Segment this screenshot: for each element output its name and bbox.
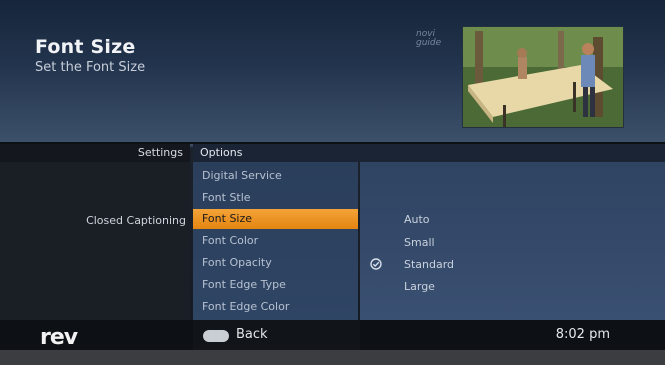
- page-subtitle: Set the Font Size: [35, 60, 146, 75]
- settings-column: [0, 144, 190, 320]
- value-auto[interactable]: Auto: [404, 213, 430, 226]
- option-font-size[interactable]: Font Size: [193, 209, 358, 229]
- guide-logo-line2: guide: [416, 38, 442, 48]
- guide-logo: novi guide: [416, 30, 441, 48]
- back-label[interactable]: Back: [236, 327, 268, 342]
- option-font-edge-color[interactable]: Font Edge Color: [193, 297, 358, 317]
- option-font-opacity[interactable]: Font Opacity: [193, 253, 358, 273]
- options-column-label: Options: [200, 146, 243, 159]
- page-title: Font Size: [35, 36, 136, 58]
- video-preview: [462, 26, 624, 128]
- value-large[interactable]: Large: [404, 280, 435, 293]
- tv-settings-screen: Font Size Set the Font Size novi guide S…: [0, 0, 665, 365]
- option-font-edge-type[interactable]: Font Edge Type: [193, 275, 358, 295]
- option-font-stle[interactable]: Font Stle: [193, 188, 358, 208]
- settings-column-label: Settings: [137, 146, 183, 159]
- back-button-icon[interactable]: [203, 330, 229, 342]
- video-preview-image: [463, 27, 623, 127]
- checkmark-icon: [370, 258, 382, 270]
- value-standard[interactable]: Standard: [404, 258, 454, 271]
- options-header: [193, 144, 665, 162]
- bottom-band: [0, 350, 665, 365]
- clock: 8:02 pm: [555, 327, 610, 342]
- option-digital-service[interactable]: Digital Service: [193, 166, 358, 186]
- value-small[interactable]: Small: [404, 236, 435, 249]
- rev-logo: rev: [40, 325, 78, 350]
- header-panel: Font Size Set the Font Size novi guide: [0, 0, 665, 142]
- option-font-color[interactable]: Font Color: [193, 231, 358, 251]
- settings-item-closed-captioning[interactable]: Closed Captioning: [0, 214, 186, 227]
